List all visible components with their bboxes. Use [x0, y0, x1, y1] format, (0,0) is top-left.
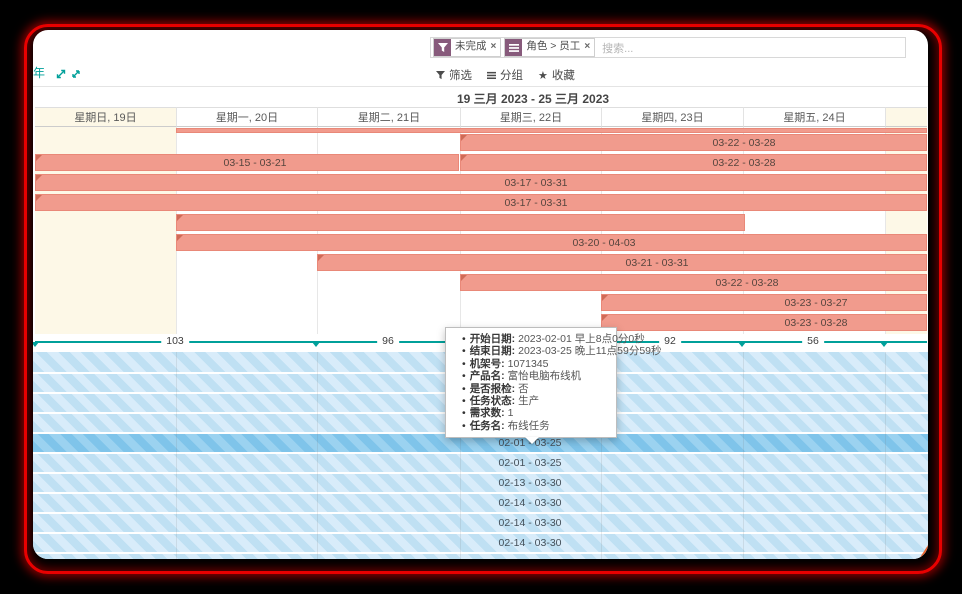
tooltip-item: 任务状态: 生产: [462, 395, 608, 407]
gantt-bar[interactable]: 03-20 - 04-03: [176, 234, 927, 251]
header-cell: 星期三, 22日: [460, 107, 601, 127]
remove-facet-icon[interactable]: ×: [491, 39, 501, 56]
filters-button[interactable]: 筛选: [436, 67, 472, 83]
scale-year-button[interactable]: 年: [33, 64, 45, 81]
tooltip-item: 任务名: 布线任务: [462, 420, 608, 432]
facet-label: 未完成: [451, 39, 491, 56]
facet-groupby-role-employee[interactable]: 角色 > 员工 ×: [504, 38, 595, 57]
total-notch-icon: [880, 342, 888, 347]
tooltip-item: 开始日期: 2023-02-01 早上8点0分0秒: [462, 333, 608, 345]
gantt-bar[interactable]: 03-21 - 03-31: [317, 254, 927, 271]
tooltip-item: 结束日期: 2023-03-25 晚上11点59分59秒: [462, 345, 608, 357]
search-bar[interactable]: 未完成 × 角色 > 员工 × 搜索...: [430, 37, 906, 58]
filter-icon: [434, 39, 451, 56]
collapse-rows-icon[interactable]: [70, 67, 82, 79]
expand-rows-icon[interactable]: [55, 67, 67, 79]
total-value: 103: [161, 334, 189, 349]
tooltip-item: 机架号: 1071345: [462, 358, 608, 370]
total-notch-icon: [33, 342, 39, 347]
tooltip-arrow-icon: [525, 437, 539, 444]
group-icon: [487, 71, 496, 80]
header-cell: 星期一, 20日: [176, 107, 317, 127]
consolidation-row[interactable]: 02-14 - 03-30: [33, 512, 928, 532]
facet-filter-unfinished[interactable]: 未完成 ×: [433, 38, 501, 57]
consolidation-row[interactable]: 02-13 - 03-30: [33, 472, 928, 492]
tooltip-item: 需求数: 1: [462, 407, 608, 419]
groupby-button[interactable]: 分组: [487, 67, 523, 83]
total-value: 56: [802, 334, 824, 349]
gantt-bar[interactable]: 03-22 - 03-28: [460, 134, 927, 151]
total-value: 96: [377, 334, 399, 349]
header-cell: 星期五, 24日: [743, 107, 885, 127]
gantt-bar[interactable]: [176, 128, 927, 133]
gantt-app-page: 未完成 × 角色 > 员工 × 搜索... 年 筛选: [33, 30, 928, 559]
filter-icon: [436, 71, 445, 80]
screenshot-canvas: 未完成 × 角色 > 员工 × 搜索... 年 筛选: [0, 0, 962, 594]
corner-marker: [919, 545, 928, 559]
gantt-range-title: 19 三月 2023 - 25 三月 2023: [457, 90, 609, 107]
toolbar-divider: [33, 86, 928, 87]
consolidation-row[interactable]: 02-01 - 03-25: [33, 452, 928, 472]
gantt-bar[interactable]: 03-22 - 03-28: [460, 154, 927, 171]
tooltip-item: 产品名: 富怡电脑布线机: [462, 370, 608, 382]
header-cell: 星期日, 19日: [35, 107, 176, 127]
gantt-bar[interactable]: 03-23 - 03-27: [601, 294, 927, 311]
gantt-bar[interactable]: 03-15 - 03-21: [35, 154, 459, 171]
gantt-bar[interactable]: 03-22 - 03-28: [460, 274, 927, 291]
consolidation-row[interactable]: 02-14 - 03-30: [33, 532, 928, 552]
gantt-bar[interactable]: 03-17 - 03-31: [35, 194, 927, 211]
gantt-bar[interactable]: 03-17 - 03-31: [35, 174, 927, 191]
gantt-bar[interactable]: 03-23 - 03-28: [601, 314, 927, 331]
consolidation-row[interactable]: 02-14 - 03-30: [33, 492, 928, 512]
header-cell: 星期四, 23日: [601, 107, 743, 127]
total-value: 92: [659, 334, 681, 349]
group-icon: [505, 39, 522, 56]
tooltip-item: 是否报检: 否: [462, 383, 608, 395]
search-input[interactable]: 搜索...: [602, 40, 633, 56]
view-controls: 筛选 分组 ★ 收藏: [436, 67, 575, 83]
total-notch-icon: [312, 342, 320, 347]
header-cell: 星期二, 21日: [317, 107, 460, 127]
facet-label: 角色 > 员工: [522, 39, 584, 56]
total-notch-icon: [738, 342, 746, 347]
favorites-button[interactable]: ★ 收藏: [538, 67, 575, 83]
header-cell: [885, 107, 927, 127]
gantt-bar[interactable]: [176, 214, 745, 231]
remove-facet-icon[interactable]: ×: [584, 39, 594, 56]
task-tooltip: 开始日期: 2023-02-01 早上8点0分0秒结束日期: 2023-03-2…: [445, 327, 617, 438]
star-icon: ★: [538, 69, 548, 82]
consolidation-row[interactable]: 02-14 - 03-30: [33, 552, 928, 559]
